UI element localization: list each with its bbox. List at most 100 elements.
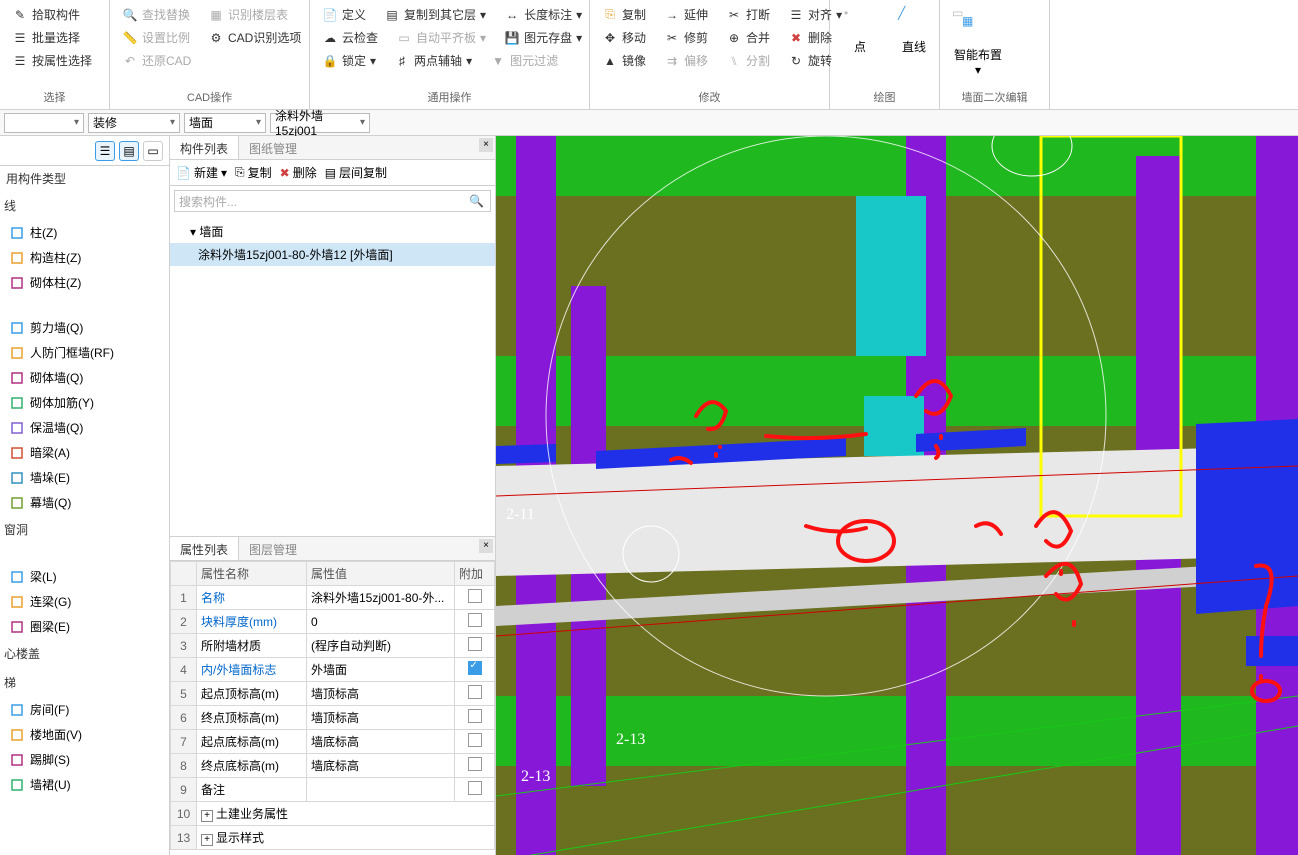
prop-value[interactable]: 0	[307, 610, 455, 634]
trim-button[interactable]: ✂修剪	[660, 27, 712, 48]
offset-icon: ⇉	[664, 53, 680, 69]
lock-button[interactable]: 🔒锁定 ▾	[318, 50, 380, 71]
extend-button[interactable]: →延伸	[660, 4, 712, 25]
floor-table-button[interactable]: ▦识别楼层表	[204, 4, 292, 25]
prop-value[interactable]: 外墙面	[307, 658, 455, 682]
prop-group[interactable]: +土建业务属性	[197, 802, 495, 826]
tab-property-list[interactable]: 属性列表	[170, 537, 239, 560]
tree-beam-item-0[interactable]: 梁(L)	[0, 564, 169, 589]
new-button[interactable]: 📄新建 ▾	[176, 164, 227, 181]
move-button[interactable]: ✥移动	[598, 27, 650, 48]
tree-stair-item-3[interactable]: 墙裙(U)	[0, 772, 169, 797]
group-label-select: 选择	[8, 87, 101, 107]
section-line[interactable]: 线	[0, 191, 169, 220]
prop-checkbox[interactable]	[468, 709, 482, 723]
tab-drawing-mgmt[interactable]: 图纸管理	[239, 136, 307, 159]
prop-value[interactable]: 涂料外墙15zj001-80-外...	[307, 586, 455, 610]
prop-value[interactable]: 墙顶标高	[307, 706, 455, 730]
tree-view-icon-3[interactable]: ▭	[143, 141, 163, 161]
find-replace-button[interactable]: 🔍查找替换	[118, 4, 194, 25]
prop-checkbox[interactable]	[468, 661, 482, 675]
set-scale-button[interactable]: 📏设置比例	[118, 27, 194, 48]
prop-group[interactable]: +显示样式	[197, 826, 495, 850]
prop-value[interactable]: 墙底标高	[307, 754, 455, 778]
prop-checkbox[interactable]	[468, 757, 482, 771]
pick-component-button[interactable]: ✎拾取构件	[8, 4, 101, 25]
prop-value[interactable]: 墙顶标高	[307, 682, 455, 706]
tree-beam-item-1[interactable]: 连梁(G)	[0, 589, 169, 614]
element-filter-button[interactable]: ▼图元过滤	[486, 50, 562, 71]
auto-level-button[interactable]: ▭自动平齐板 ▾	[392, 27, 490, 48]
tree-item-selected[interactable]: 涂料外墙15zj001-80-外墙12 [外墙面]	[170, 243, 495, 266]
filter-combo-1[interactable]	[4, 113, 84, 133]
prop-value[interactable]: 墙底标高	[307, 730, 455, 754]
tree-root-wall[interactable]: ▾ 墙面	[170, 220, 495, 243]
mirror-button[interactable]: ▲镜像	[598, 50, 650, 71]
rotate-button[interactable]: ↻旋转	[784, 50, 836, 71]
property-table: 属性名称 属性值 附加 1名称涂料外墙15zj001-80-外...2块料厚度(…	[170, 561, 495, 850]
tree-q-item-2[interactable]: 砌体墙(Q)	[0, 365, 169, 390]
filter-combo-wall[interactable]: 墙面	[184, 113, 266, 133]
tree-beam-item-2[interactable]: 圈梁(E)	[0, 614, 169, 639]
point-tool-button[interactable]: •点	[838, 4, 882, 57]
tree-wall-item-2[interactable]: 砌体柱(Z)	[0, 270, 169, 295]
tree-q-item-6[interactable]: 墙垛(E)	[0, 465, 169, 490]
tree-wall-item-1[interactable]: 构造柱(Z)	[0, 245, 169, 270]
select-by-prop-button[interactable]: ☰按属性选择	[8, 50, 101, 71]
tree-view-icon-1[interactable]: ☰	[95, 141, 115, 161]
cloud-check-button[interactable]: ☁云检查	[318, 27, 382, 48]
search-input[interactable]: 搜索构件... 🔍	[174, 190, 491, 212]
tab-component-list[interactable]: 构件列表	[170, 136, 239, 159]
cad-options-button[interactable]: ⚙CAD识别选项	[204, 27, 305, 48]
cloud-icon: ☁	[322, 30, 338, 46]
section-hole[interactable]: 窗洞	[0, 515, 169, 544]
define-button[interactable]: 📄定义	[318, 4, 370, 25]
tree-q-item-0[interactable]: 剪力墙(Q)	[0, 315, 169, 340]
tree-q-item-1[interactable]: 人防门框墙(RF)	[0, 340, 169, 365]
section-stair[interactable]: 梯	[0, 668, 169, 697]
prop-checkbox[interactable]	[468, 781, 482, 795]
tab-layer-mgmt[interactable]: 图层管理	[239, 537, 307, 560]
prop-close-button[interactable]: ×	[479, 539, 493, 553]
filter-combo-decor[interactable]: 装修	[88, 113, 180, 133]
copy-other-layer-button[interactable]: ▤复制到其它层 ▾	[380, 4, 490, 25]
axis-icon: ♯	[394, 53, 410, 69]
prop-checkbox[interactable]	[468, 637, 482, 651]
tree-stair-item-2[interactable]: 踢脚(S)	[0, 747, 169, 772]
floor-copy-button[interactable]: ▤层间复制	[325, 164, 387, 181]
filter-combo-item[interactable]: 涂料外墙15zj001	[270, 113, 370, 133]
3d-viewport[interactable]: 2-11 2-13 2-13	[496, 136, 1298, 855]
tree-stair-item-0[interactable]: 房间(F)	[0, 697, 169, 722]
prop-checkbox[interactable]	[468, 685, 482, 699]
line-tool-button[interactable]: ╱直线	[892, 4, 936, 57]
copy-comp-button[interactable]: ⎘复制	[235, 164, 272, 181]
delete-button[interactable]: ✖删除	[784, 27, 836, 48]
batch-select-button[interactable]: ☰批量选择	[8, 27, 101, 48]
prop-checkbox[interactable]	[468, 613, 482, 627]
break-button[interactable]: ✂打断	[722, 4, 774, 25]
tree-q-item-5[interactable]: 暗梁(A)	[0, 440, 169, 465]
delete-comp-button[interactable]: ✖删除	[280, 164, 317, 181]
offset-button[interactable]: ⇉偏移	[660, 50, 712, 71]
prop-value[interactable]	[307, 778, 455, 802]
prop-checkbox[interactable]	[468, 589, 482, 603]
prop-checkbox[interactable]	[468, 733, 482, 747]
tree-q-item-4[interactable]: 保温墙(Q)	[0, 415, 169, 440]
merge-button[interactable]: ⊕合并	[722, 27, 774, 48]
filter-icon: ☰	[12, 53, 28, 69]
tree-q-item-7[interactable]: 幕墙(Q)	[0, 490, 169, 515]
length-dim-button[interactable]: ↔长度标注 ▾	[500, 4, 586, 25]
smart-layout-button[interactable]: ▦智能布置▾	[948, 12, 1008, 79]
copy-button[interactable]: ⎘复制	[598, 4, 650, 25]
two-pt-axis-button[interactable]: ♯两点辅轴 ▾	[390, 50, 476, 71]
restore-cad-button[interactable]: ↶还原CAD	[118, 50, 195, 71]
tree-stair-item-1[interactable]: 楼地面(V)	[0, 722, 169, 747]
element-store-button[interactable]: 💾图元存盘 ▾	[500, 27, 586, 48]
tree-view-icon-2[interactable]: ▤	[119, 141, 139, 161]
prop-value[interactable]: (程序自动判断)	[307, 634, 455, 658]
section-floor[interactable]: 心楼盖	[0, 639, 169, 668]
panel-close-button[interactable]: ×	[479, 138, 493, 152]
split-button[interactable]: ⑊分割	[722, 50, 774, 71]
tree-wall-item-0[interactable]: 柱(Z)	[0, 220, 169, 245]
tree-q-item-3[interactable]: 砌体加筋(Y)	[0, 390, 169, 415]
